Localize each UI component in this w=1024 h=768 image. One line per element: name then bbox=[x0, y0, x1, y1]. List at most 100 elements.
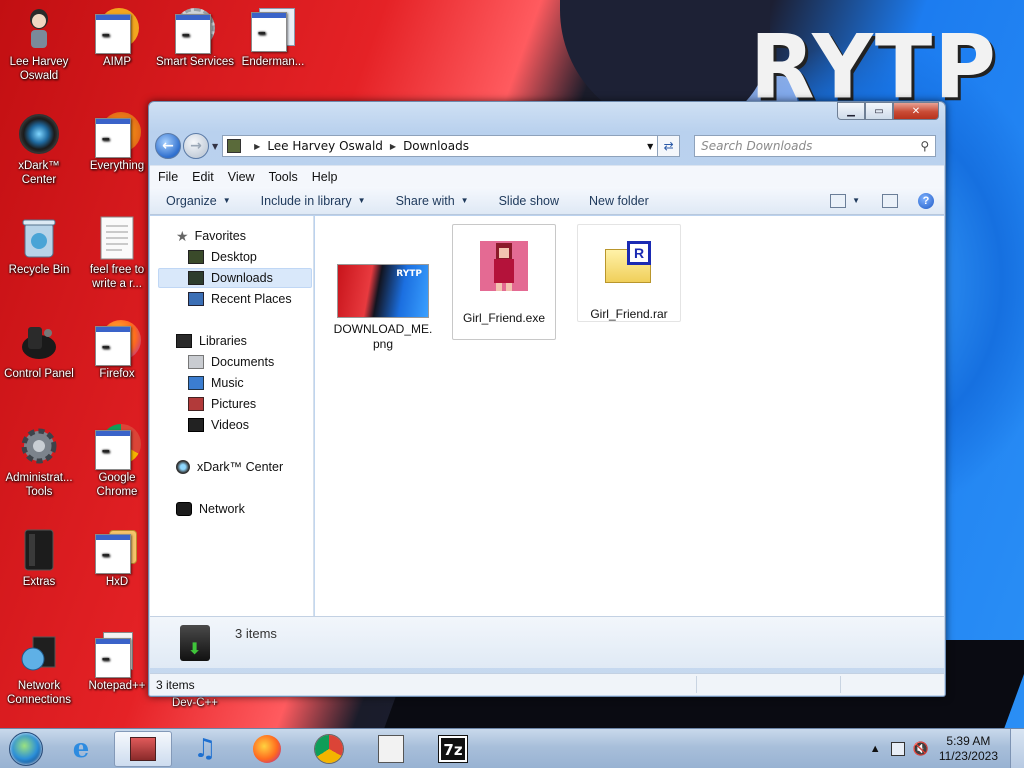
share-with-button[interactable]: Share with ▼ bbox=[396, 194, 469, 208]
desktop-icon-label: Enderman... bbox=[241, 56, 305, 68]
desktop-icon-smart-services[interactable]: Smart Services bbox=[156, 8, 234, 69]
breadcrumb-lee-harvey-oswald[interactable]: Lee Harvey Oswald bbox=[267, 139, 383, 153]
nav-recent-places[interactable]: Recent Places bbox=[188, 289, 292, 309]
start-button[interactable] bbox=[0, 729, 52, 768]
taskbar-internet-explorer[interactable]: e bbox=[52, 731, 110, 767]
executable-icon bbox=[480, 241, 528, 291]
desktop-icon-xdark-center[interactable]: xDark™ Center bbox=[0, 112, 78, 187]
include-in-library-button[interactable]: Include in library ▼ bbox=[261, 194, 366, 208]
file-item-girl-friend-rar[interactable]: R Girl_Friend.rar bbox=[577, 224, 681, 322]
desktop-icon-label: feel free to write a r... bbox=[89, 264, 145, 290]
nav-downloads[interactable]: Downloads bbox=[158, 268, 312, 288]
organize-button[interactable]: Organize ▼ bbox=[166, 194, 231, 208]
desktop-icon-aimp[interactable]: AIMP bbox=[78, 8, 156, 69]
desktop-icon-hxd[interactable]: HxD bbox=[78, 528, 156, 589]
show-hidden-icons-button[interactable]: ▲ bbox=[870, 743, 881, 755]
desktop-icon-control-panel[interactable]: Control Panel bbox=[0, 320, 78, 381]
close-button[interactable]: ✕ bbox=[893, 102, 939, 120]
back-button[interactable]: ← bbox=[155, 133, 181, 159]
breadcrumb-separator-icon[interactable]: ▶ bbox=[390, 142, 396, 151]
organize-label: Organize bbox=[166, 193, 217, 208]
search-input[interactable]: Search Downloads ⚲ bbox=[694, 135, 937, 157]
desktop-icon-label: Recycle Bin bbox=[8, 264, 70, 276]
desktop-icon-notepadpp[interactable]: Notepad++ bbox=[78, 632, 156, 693]
nav-documents[interactable]: Documents bbox=[188, 352, 274, 372]
help-icon[interactable]: ? bbox=[918, 192, 934, 209]
desktop-icon-lee-harvey-oswald[interactable]: Lee Harvey Oswald bbox=[0, 8, 78, 83]
chevron-down-icon: ▼ bbox=[357, 196, 366, 205]
chevron-down-icon: ▼ bbox=[460, 196, 469, 205]
nav-desktop[interactable]: Desktop bbox=[188, 247, 257, 267]
image-thumbnail: RYTP bbox=[337, 264, 429, 318]
menu-tools[interactable]: Tools bbox=[269, 170, 298, 184]
nav-network[interactable]: Network bbox=[176, 499, 245, 519]
slide-show-button[interactable]: Slide show bbox=[499, 194, 559, 208]
menu-edit[interactable]: Edit bbox=[192, 170, 214, 184]
taskbar-explorer[interactable] bbox=[114, 730, 172, 767]
recent-pages-dropdown[interactable]: ▼ bbox=[212, 142, 218, 151]
nav-label: Music bbox=[211, 376, 244, 390]
windows-orb-icon bbox=[9, 731, 43, 766]
show-desktop-button[interactable] bbox=[1010, 728, 1024, 768]
minimize-button[interactable]: ▁ bbox=[837, 102, 865, 120]
file-name-line: DOWNLOAD_ME. bbox=[333, 322, 433, 336]
desktop-icon-label: Dev-C++ bbox=[171, 697, 219, 709]
desktop-icon-google-chrome[interactable]: Google Chrome bbox=[78, 424, 156, 499]
services-gear-icon bbox=[173, 8, 217, 54]
file-item-download-me[interactable]: RYTP DOWNLOAD_ME. png bbox=[331, 264, 435, 352]
xdark-center-icon bbox=[17, 112, 61, 156]
extras-folder-icon bbox=[17, 528, 61, 572]
desktop-icon-firefox[interactable]: Firefox bbox=[78, 320, 156, 381]
taskbar-music-player[interactable]: ♫ bbox=[176, 731, 234, 767]
view-options-dropdown[interactable]: ▼ bbox=[852, 196, 860, 205]
clock[interactable]: 5:39 AM 11/23/2023 bbox=[939, 734, 998, 764]
nav-favorites[interactable]: ★ Favorites bbox=[176, 226, 246, 246]
menu-view[interactable]: View bbox=[228, 170, 255, 184]
nav-xdark-center[interactable]: xDark™ Center bbox=[176, 457, 283, 477]
status-divider bbox=[840, 676, 841, 693]
desktop-icon-extras[interactable]: Extras bbox=[0, 528, 78, 589]
desktop-icon-label: Smart Services bbox=[156, 56, 234, 68]
desktop-icon-text-file[interactable]: feel free to write a r... bbox=[78, 216, 156, 291]
desktop-icon-label: xDark™ Center bbox=[18, 160, 60, 186]
breadcrumb-downloads[interactable]: Downloads bbox=[403, 139, 469, 153]
nav-videos[interactable]: Videos bbox=[188, 415, 249, 435]
nav-music[interactable]: Music bbox=[188, 373, 244, 393]
desktop-icon-devcpp[interactable]: Dev-C++ bbox=[156, 696, 234, 712]
taskbar-firefox[interactable] bbox=[238, 731, 296, 767]
file-item-girl-friend-exe[interactable]: Girl_Friend.exe bbox=[452, 224, 556, 340]
nav-libraries[interactable]: Libraries bbox=[176, 331, 247, 351]
desktop-icon-everything[interactable]: Everything bbox=[78, 112, 156, 173]
network-tray-icon[interactable] bbox=[890, 741, 905, 756]
status-bar: 3 items bbox=[150, 673, 944, 695]
menu-file[interactable]: File bbox=[158, 170, 178, 184]
desktop-icon-enderman[interactable]: Enderman... bbox=[234, 8, 312, 69]
file-name: Girl_Friend.rar bbox=[590, 307, 668, 321]
preview-pane-icon[interactable] bbox=[882, 193, 898, 208]
address-bar[interactable]: ▶ Lee Harvey Oswald ▶ Downloads ▼ bbox=[222, 135, 659, 157]
breadcrumb-separator-icon[interactable]: ▶ bbox=[254, 142, 260, 151]
desktop-icon bbox=[188, 250, 204, 264]
address-history-dropdown[interactable]: ▼ bbox=[643, 142, 657, 151]
refresh-button[interactable]: ⇄ bbox=[658, 135, 681, 157]
maximize-button[interactable]: ▭ bbox=[865, 102, 893, 120]
menu-help[interactable]: Help bbox=[312, 170, 338, 184]
taskbar-7zip[interactable]: 7z bbox=[424, 731, 482, 767]
change-view-icon[interactable] bbox=[830, 193, 847, 208]
desktop-icon-admin-tools[interactable]: Administrat... Tools bbox=[0, 424, 78, 499]
volume-muted-icon[interactable]: 🔇 bbox=[913, 741, 929, 757]
desktop-icon-label: Google Chrome bbox=[96, 472, 138, 498]
taskbar-notepadpp[interactable] bbox=[362, 731, 420, 767]
status-item-count: 3 items bbox=[156, 677, 195, 692]
desktop-icon-network-connections[interactable]: Network Connections bbox=[0, 632, 78, 707]
desktop-icon-recycle-bin[interactable]: Recycle Bin bbox=[0, 216, 78, 277]
nav-label: xDark™ Center bbox=[197, 460, 284, 474]
taskbar-chrome[interactable] bbox=[300, 731, 358, 767]
documents-icon bbox=[188, 355, 204, 369]
forward-button[interactable]: → bbox=[183, 133, 209, 159]
search-icon[interactable]: ⚲ bbox=[920, 139, 929, 153]
recycle-bin-icon bbox=[17, 216, 61, 260]
nav-pictures[interactable]: Pictures bbox=[188, 394, 256, 414]
new-folder-button[interactable]: New folder bbox=[589, 194, 649, 208]
firefox-icon bbox=[95, 320, 141, 366]
